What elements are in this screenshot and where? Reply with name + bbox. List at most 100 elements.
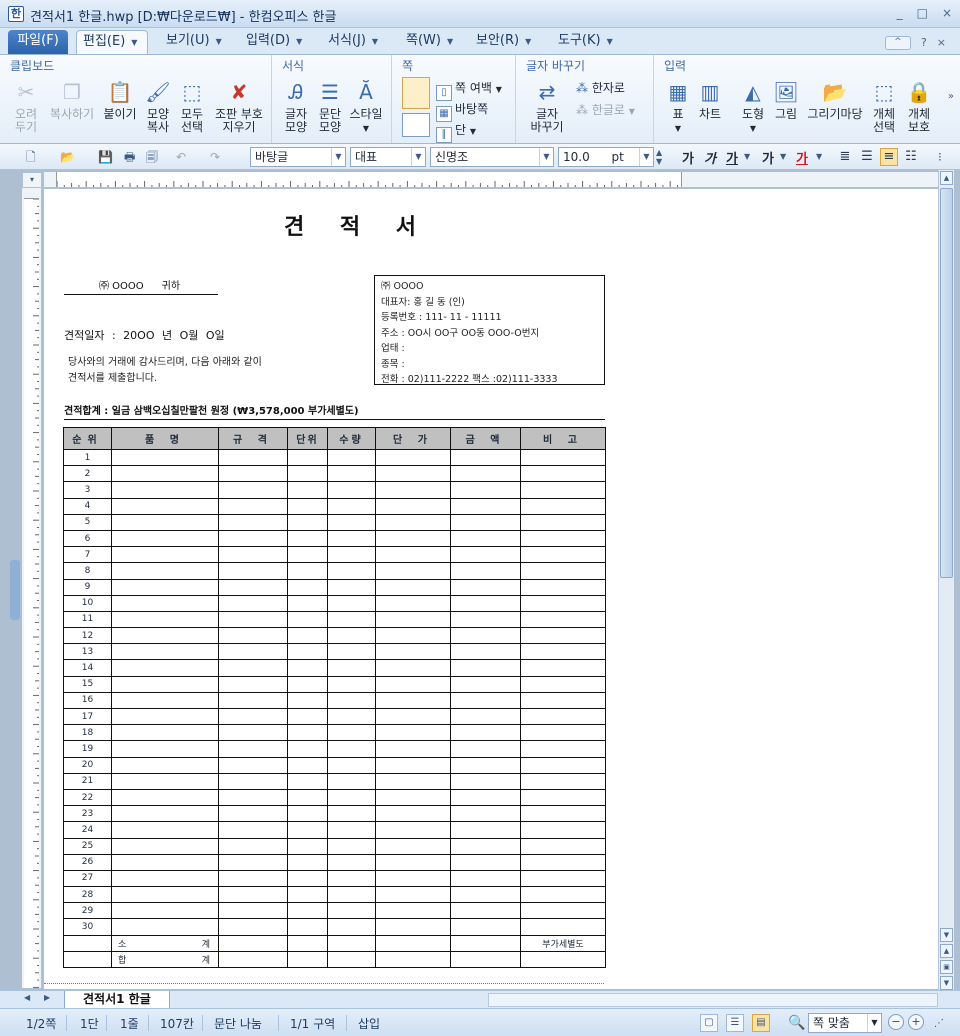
status-insert-mode[interactable]: 삽입 [358,1015,380,1032]
table-cell[interactable] [111,546,219,564]
table-cell[interactable] [327,627,376,645]
table-cell[interactable] [375,772,451,790]
object-select-button[interactable]: ⬚ 개체 선택 [868,79,900,134]
copy-button[interactable]: ❐ 복사하기 [44,79,100,121]
table-cell[interactable] [287,659,328,677]
chevron-down-icon[interactable]: ▼ [816,148,822,166]
table-cell[interactable] [327,902,376,920]
chart-button[interactable]: ▥ 차트 [694,79,726,121]
table-cell[interactable] [327,805,376,823]
to-hanja-button[interactable]: ⁂ 한자로 [576,79,625,96]
chevron-down-icon[interactable]: ▼ [372,37,378,46]
table-cell[interactable] [450,853,521,871]
table-cell[interactable] [327,643,376,661]
table-cell[interactable] [327,934,376,952]
redo-icon[interactable]: ↷ [210,148,220,166]
row-number[interactable]: 30 [63,918,112,936]
table-cell[interactable] [218,724,288,742]
strike-button[interactable]: 가 [762,148,774,167]
table-cell[interactable] [520,643,606,661]
font-color-button[interactable]: 가 [796,148,808,167]
table-cell[interactable] [375,805,451,823]
table-cell[interactable] [375,821,451,839]
undo-icon[interactable]: ↶ [176,148,186,166]
table-cell[interactable] [327,481,376,499]
table-cell[interactable] [287,562,328,580]
chevron-down-icon[interactable]: ▼ [131,38,137,47]
table-cell[interactable] [520,465,606,483]
row-number[interactable]: 25 [63,837,112,855]
table-cell[interactable] [375,529,451,548]
next-tab-button[interactable]: ▶ [44,993,50,1002]
row-number[interactable]: 14 [63,659,112,677]
table-cell[interactable] [375,691,451,710]
para-shape-button[interactable]: ☰ 문단 모양 [314,79,346,134]
chevron-down-icon[interactable]: ▼ [780,148,786,166]
table-cell[interactable] [287,643,328,661]
table-cell[interactable] [327,578,376,596]
table-cell[interactable] [218,756,288,774]
normal-view-icon[interactable]: ▢ [700,1014,718,1032]
row-number[interactable]: 2 [63,465,112,483]
table-cell[interactable] [520,659,606,677]
table-cell[interactable] [63,950,112,969]
table-cell[interactable] [218,934,288,952]
table-cell[interactable] [450,546,521,564]
row-number[interactable]: 1 [63,448,112,467]
table-cell[interactable] [287,627,328,645]
page-view-icon[interactable]: ▤ [752,1014,770,1032]
italic-button[interactable]: 가 [704,148,716,167]
table-cell[interactable] [450,497,521,515]
vertical-ruler[interactable] [22,188,42,988]
status-page[interactable]: 1/2쪽 [26,1015,56,1032]
table-cell[interactable] [287,934,328,952]
size-stepper[interactable]: ▲ ▼ [656,148,662,166]
table-cell[interactable] [218,513,288,531]
zoom-combo[interactable]: 쪽 맞춤 ▼ [808,1013,882,1033]
table-cell[interactable] [218,837,288,855]
shape-button[interactable]: ◭ 도형 ▼ [736,79,770,135]
table-cell[interactable] [375,627,451,645]
table-cell[interactable] [327,869,376,888]
table-cell[interactable] [375,837,451,855]
table-cell[interactable] [327,691,376,710]
table-cell[interactable] [520,448,606,467]
table-cell[interactable] [287,724,328,742]
tab-security[interactable]: 보안(R) ▼ [470,30,537,54]
row-number[interactable]: 26 [63,853,112,871]
table-cell[interactable] [450,578,521,596]
table-cell[interactable] [287,869,328,888]
table-cell[interactable] [520,691,606,710]
table-cell[interactable] [450,934,521,952]
table-cell[interactable] [327,594,376,612]
zoom-in-icon[interactable]: + [908,1014,924,1030]
picture-button[interactable]: 🖼 그림 [770,79,802,121]
paste-button[interactable]: 📋 붙이기 [102,79,138,121]
drawing-button[interactable]: 📂 그리기마당 [804,79,866,121]
table-cell[interactable] [450,465,521,483]
table-cell[interactable] [450,529,521,548]
table-cell[interactable] [520,788,606,807]
first-tab-button[interactable]: ◀ [24,993,30,1002]
table-cell[interactable] [375,546,451,564]
table-cell[interactable] [111,886,219,904]
table-cell[interactable] [111,756,219,774]
table-cell[interactable] [520,724,606,742]
table-cell[interactable] [520,578,606,596]
table-cell[interactable] [450,724,521,742]
table-cell[interactable] [218,529,288,548]
scroll-down-button[interactable]: ▼ [940,928,953,942]
table-cell[interactable] [287,756,328,774]
table-cell[interactable] [327,675,376,693]
table-cell[interactable] [327,513,376,531]
table-cell[interactable] [111,805,219,823]
table-cell[interactable] [111,659,219,677]
table-cell[interactable] [375,918,451,936]
clear-code-button[interactable]: ✘ 조판 부호 지우기 [210,79,268,134]
table-cell[interactable] [287,497,328,515]
columns-button[interactable]: ∥ 단 ▼ [436,121,476,143]
table-cell[interactable] [520,902,606,920]
subtotal-label[interactable]: 계소 [111,934,219,952]
table-cell[interactable] [375,853,451,871]
align-justify-icon[interactable]: ≣ [836,148,854,166]
